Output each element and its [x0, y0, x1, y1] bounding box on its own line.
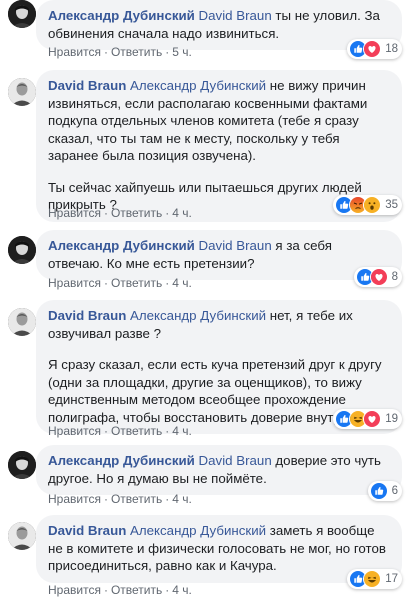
timestamp[interactable]: 4 ч. [172, 492, 192, 506]
comment-text: Александр Дубинский David Braun я за себ… [48, 237, 390, 272]
like-button[interactable]: Нравится [48, 492, 101, 506]
reply-button[interactable]: Ответить [111, 583, 162, 597]
comment-actions: Нравится · Ответить · 4 ч. [48, 276, 192, 290]
author-name[interactable]: David Braun [48, 78, 126, 93]
separator-dot: · [103, 492, 108, 506]
love-icon [369, 268, 388, 286]
reaction-count: 6 [391, 485, 398, 497]
reaction-count: 17 [385, 573, 398, 585]
comment-text: David Braun Александр Дубинский нет, я т… [48, 307, 390, 342]
love-icon [363, 410, 382, 428]
comment-text: David Braun Александр Дубинский не вижу … [48, 77, 390, 165]
separator-dot: · [165, 492, 170, 506]
separator-dot: · [103, 424, 108, 438]
reply-button[interactable]: Ответить [111, 492, 162, 506]
comment-bubble: Александр Дубинский David Braun я за себ… [36, 230, 402, 280]
comment-text: David Braun Александр Дубинский заметь я… [48, 522, 390, 575]
separator-dot: · [165, 206, 170, 220]
comment-bubble: David Braun Александр Дубинский заметь я… [36, 515, 402, 583]
reply-button[interactable]: Ответить [111, 206, 162, 220]
reactions-summary[interactable]: 18 [347, 39, 402, 59]
mention-link[interactable]: David Braun [199, 453, 272, 468]
author-name[interactable]: David Braun [48, 523, 126, 538]
love-icon [363, 40, 382, 58]
comment-thread: Александр Дубинский David Braun ты не ул… [0, 0, 418, 600]
comment-bubble: Александр Дубинский David Braun доверие … [36, 445, 402, 495]
haha-icon [363, 570, 382, 588]
like-icon [369, 482, 388, 500]
like-button[interactable]: Нравится [48, 45, 101, 59]
comment-body: Я сразу сказал, если есть куча претензий… [48, 357, 382, 425]
author-name[interactable]: David Braun [48, 308, 126, 323]
author-name[interactable]: Александр Дубинский [48, 238, 195, 253]
reactions-summary[interactable]: 35 [333, 195, 402, 215]
author-name[interactable]: Александр Дубинский [48, 453, 195, 468]
separator-dot: · [165, 583, 170, 597]
mention-link[interactable]: Александр Дубинский [130, 308, 266, 323]
reply-button[interactable]: Ответить [111, 424, 162, 438]
timestamp[interactable]: 4 ч. [172, 276, 192, 290]
timestamp[interactable]: 4 ч. [172, 583, 192, 597]
mention-link[interactable]: David Braun [199, 238, 272, 253]
mention-link[interactable]: Александр Дубинский [130, 523, 266, 538]
author-name[interactable]: Александр Дубинский [48, 8, 195, 23]
mention-link[interactable]: David Braun [199, 8, 272, 23]
timestamp[interactable]: 4 ч. [172, 424, 192, 438]
separator-dot: · [165, 276, 170, 290]
reaction-count: 35 [385, 199, 398, 211]
avatar[interactable] [8, 78, 36, 106]
comment-actions: Нравится · Ответить · 5 ч. [48, 45, 192, 59]
reaction-count: 19 [385, 413, 398, 425]
avatar[interactable] [8, 522, 36, 550]
avatar[interactable] [8, 236, 36, 264]
avatar[interactable] [8, 451, 36, 479]
like-button[interactable]: Нравится [48, 206, 101, 220]
reaction-count: 18 [385, 43, 398, 55]
comment-text: Александр Дубинский David Braun доверие … [48, 452, 390, 487]
avatar[interactable] [8, 308, 36, 336]
avatar[interactable] [8, 0, 36, 28]
timestamp[interactable]: 5 ч. [172, 45, 192, 59]
like-button[interactable]: Нравится [48, 583, 101, 597]
comment-actions: Нравится · Ответить · 4 ч. [48, 206, 192, 220]
comment-actions: Нравится · Ответить · 4 ч. [48, 492, 192, 506]
timestamp[interactable]: 4 ч. [172, 206, 192, 220]
separator-dot: · [165, 45, 170, 59]
reply-button[interactable]: Ответить [111, 276, 162, 290]
separator-dot: · [165, 424, 170, 438]
separator-dot: · [103, 206, 108, 220]
comment-bubble: Александр Дубинский David Braun ты не ул… [36, 0, 402, 50]
like-button[interactable]: Нравится [48, 276, 101, 290]
separator-dot: · [103, 45, 108, 59]
comment-text: Александр Дубинский David Braun ты не ул… [48, 7, 390, 42]
mention-link[interactable]: Александр Дубинский [130, 78, 266, 93]
comment-actions: Нравится · Ответить · 4 ч. [48, 583, 192, 597]
separator-dot: · [103, 276, 108, 290]
reactions-summary[interactable]: 8 [353, 267, 402, 287]
reactions-summary[interactable]: 17 [347, 569, 402, 589]
reaction-count: 8 [391, 271, 398, 283]
wow-icon [363, 196, 382, 214]
separator-dot: · [103, 583, 108, 597]
reactions-summary[interactable]: 19 [333, 409, 402, 429]
like-button[interactable]: Нравится [48, 424, 101, 438]
reply-button[interactable]: Ответить [111, 45, 162, 59]
comment-actions: Нравится · Ответить · 4 ч. [48, 424, 192, 438]
reactions-summary[interactable]: 6 [367, 481, 402, 501]
